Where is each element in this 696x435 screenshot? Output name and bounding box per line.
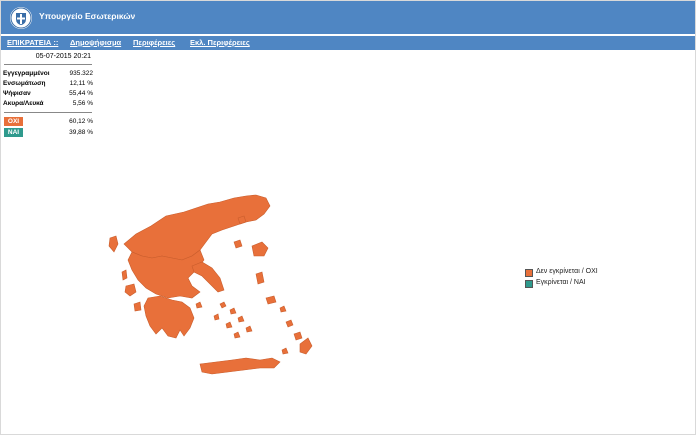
nav-item-referendum[interactable]: Δημοψήφισμα: [70, 38, 121, 47]
stat-value-invalid-blank: 5,56 %: [72, 100, 93, 107]
stat-value-registered: 935.322: [69, 70, 94, 77]
stat-label-invalid-blank: Ακυρα/Λευκά: [3, 100, 44, 107]
greece-results-map[interactable]: [96, 186, 356, 386]
divider: [4, 64, 92, 65]
legend-label-yes: Εγκρίνεται / ΝΑΙ: [536, 279, 586, 286]
result-badge-no: ΟΧΙ: [4, 117, 23, 126]
site-title: Υπουργείο Εσωτερικών: [39, 11, 136, 21]
result-value-no: 60,12 %: [69, 118, 93, 125]
nav-item-regions[interactable]: Περιφέρειες: [133, 38, 175, 47]
legend-label-no: Δεν εγκρίνεται / ΟΧΙ: [536, 268, 598, 275]
header-bar: Υπουργείο Εσωτερικών: [1, 1, 695, 34]
map-region-zakynthos: [133, 301, 142, 312]
map-region-macedonia-thrace: [123, 194, 271, 261]
map-region-evia: [191, 261, 225, 293]
page-frame: Υπουργείο Εσωτερικών ΕΠΙΚΡΑΤΕΙΑ :: Δημοψ…: [0, 0, 696, 435]
map-region-limnos: [233, 239, 243, 249]
map-region-lesvos: [251, 241, 269, 257]
stat-label-voted: Ψήφισαν: [3, 90, 31, 97]
map-region-kefalonia: [124, 283, 137, 297]
stat-label-registered: Εγγεγραμμένοι: [3, 70, 50, 77]
map-region-crete: [199, 357, 281, 375]
stat-value-integration: 12,11 %: [69, 80, 93, 87]
map-region-central-greece: [127, 249, 205, 299]
divider: [4, 112, 92, 113]
stat-value-voted: 55,44 %: [69, 90, 93, 97]
map-region-chios: [255, 271, 265, 285]
timestamp: 05-07-2015 20:21: [35, 53, 91, 60]
map-region-samos: [265, 295, 277, 305]
map-region-corfu: [108, 235, 119, 253]
nav-bar: ΕΠΙΚΡΑΤΕΙΑ :: Δημοψήφισμα Περιφέρειες Εκ…: [1, 35, 695, 50]
result-value-yes: 39,88 %: [69, 129, 93, 136]
map-region-rhodes: [299, 337, 313, 355]
stat-label-integration: Ενσωμάτωση: [3, 80, 46, 87]
legend-swatch-no: [525, 269, 533, 277]
map-region-lefkada: [121, 269, 128, 281]
nav-item-epikrateia[interactable]: ΕΠΙΚΡΑΤΕΙΑ ::: [7, 38, 58, 47]
map-region-peloponnese: [143, 295, 195, 339]
greek-coat-of-arms-icon: [10, 7, 32, 29]
legend-swatch-yes: [525, 280, 533, 288]
result-badge-yes: ΝΑΙ: [4, 128, 23, 137]
nav-item-electoral-regions[interactable]: Εκλ. Περιφέρειες: [190, 38, 250, 47]
